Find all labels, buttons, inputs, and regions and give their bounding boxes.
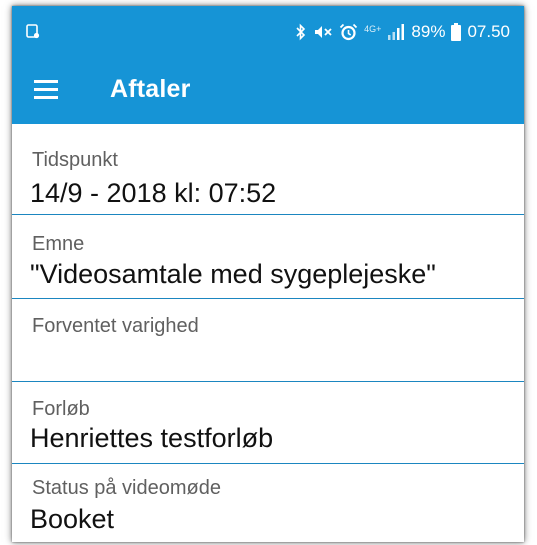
field-label: Forventet varighed [32,315,199,337]
field-status-videomoede: Status på videomøde Booket [12,464,524,542]
bluetooth-icon [296,23,306,41]
status-time: 07.50 [467,22,510,41]
field-value: Henriettes testforløb [30,423,274,453]
field-value: "Videosamtale med sygeplejeske" [30,259,436,289]
status-indicators: 4G+ 89% 07.50 [295,22,510,42]
field-label: Emne [32,233,85,255]
page-title: Aftaler [110,75,191,103]
field-label: Forløb [32,398,90,420]
network-type: 4G+ [364,23,382,34]
field-forventet-varighed: Forventet varighed [12,299,524,382]
field-tidspunkt: Tidspunkt 14/9 - 2018 kl: 07:52 [12,124,524,215]
field-value: 14/9 - 2018 kl: 07:52 [30,178,277,208]
app-bar: Aftaler [12,58,524,124]
signal-icon [388,24,405,40]
notification-icon [26,24,40,39]
status-bar: 4G+ 89% 07.50 [12,6,524,58]
field-forloeb: Forløb Henriettes testforløb [12,382,524,464]
alarm-icon [340,23,358,41]
mute-icon [315,26,332,38]
field-value: Booket [30,504,115,534]
hamburger-menu-icon[interactable] [34,80,58,100]
battery-percent: 89% [411,22,446,41]
app-screen: 4G+ 89% 07.50 Aftaler Tidspunkt 14/9 - 2… [12,6,524,542]
battery-icon [451,23,462,41]
field-emne: Emne "Videosamtale med sygeplejeske" [12,215,524,299]
field-label: Tidspunkt [32,149,118,171]
appointment-details: Tidspunkt 14/9 - 2018 kl: 07:52 Emne "Vi… [12,124,524,542]
field-label: Status på videomøde [32,477,221,499]
